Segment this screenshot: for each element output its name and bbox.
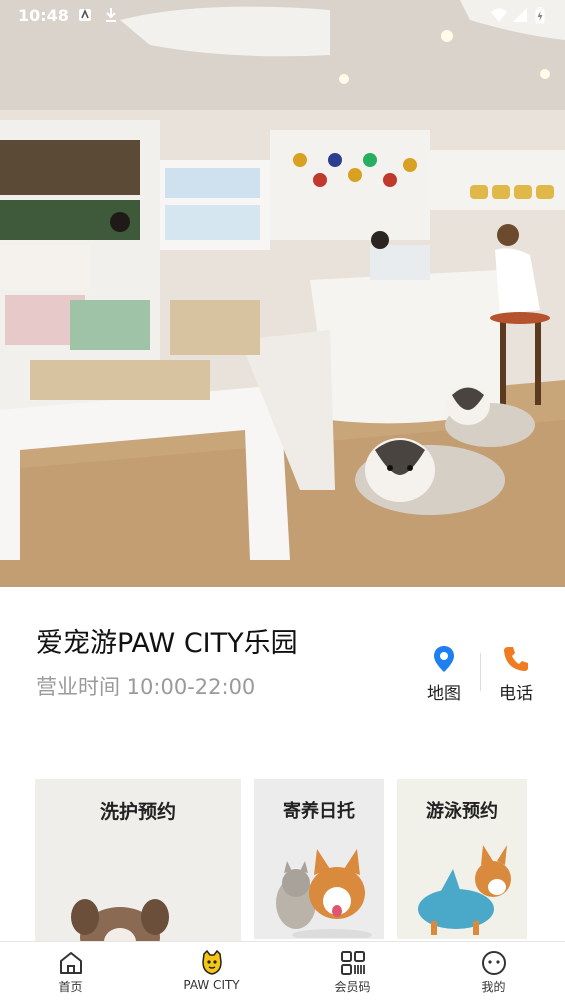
cellular-signal-icon (513, 8, 527, 22)
download-icon (106, 8, 116, 22)
store-interior-illustration (0, 0, 565, 587)
store-info-section: 爱宠游PAW CITY乐园 营业时间 10:00-22:00 地图 电话 (0, 587, 565, 777)
nav-member-code-label: 会员码 (334, 980, 371, 994)
cat-and-corgi-icon (276, 849, 372, 938)
boarding-daycare-card[interactable]: 寄养日托 (254, 779, 384, 939)
paw-city-mascot-icon (201, 950, 222, 975)
dog-photo-icon (71, 899, 169, 941)
member-code-icon (340, 951, 365, 975)
nav-member-code[interactable]: 会员码 (282, 942, 423, 1004)
phone-button[interactable]: 电话 (486, 645, 546, 704)
boarding-daycare-title: 寄养日托 (283, 801, 355, 822)
nav-home-label: 首页 (58, 980, 83, 994)
status-bar: 10:48 (0, 0, 565, 32)
swimming-booking-card[interactable]: 游泳预约 (397, 779, 527, 939)
grooming-booking-card[interactable]: 洗护预约 (35, 779, 241, 941)
home-icon (59, 952, 82, 974)
store-hero-image (0, 0, 565, 587)
notification-app-icon (79, 8, 91, 21)
phone-label: 电话 (499, 684, 533, 704)
app-screen: 10:48 爱宠游PAW CITY乐园 营业时间 10:00-22:00 地图 … (0, 0, 565, 1004)
nav-profile[interactable]: 我的 (423, 942, 564, 1004)
profile-smiley-icon (481, 951, 506, 975)
nav-paw-city-label: PAW CITY (183, 978, 240, 992)
map-pin-icon (434, 646, 454, 672)
swimming-booking-title: 游泳预约 (426, 801, 498, 822)
battery-icon (535, 7, 545, 24)
nav-profile-label: 我的 (481, 980, 506, 994)
nav-home[interactable]: 首页 (0, 942, 141, 1004)
service-cards: 洗护预约 寄养日托 游泳预约 (0, 779, 565, 941)
business-hours: 营业时间 10:00-22:00 (36, 675, 256, 699)
store-name: 爱宠游PAW CITY乐园 (36, 628, 298, 659)
action-divider (480, 653, 481, 691)
corgi-in-shark-vest-icon (418, 845, 511, 935)
status-time: 10:48 (18, 6, 69, 25)
bottom-nav: 首页 PAW CITY 会员码 我的 (0, 941, 565, 1004)
wifi-icon (491, 8, 507, 22)
phone-icon (504, 647, 528, 671)
map-label: 地图 (427, 684, 461, 704)
nav-paw-city[interactable]: PAW CITY (141, 942, 282, 1004)
map-button[interactable]: 地图 (414, 645, 474, 704)
grooming-booking-title: 洗护预约 (99, 801, 176, 823)
